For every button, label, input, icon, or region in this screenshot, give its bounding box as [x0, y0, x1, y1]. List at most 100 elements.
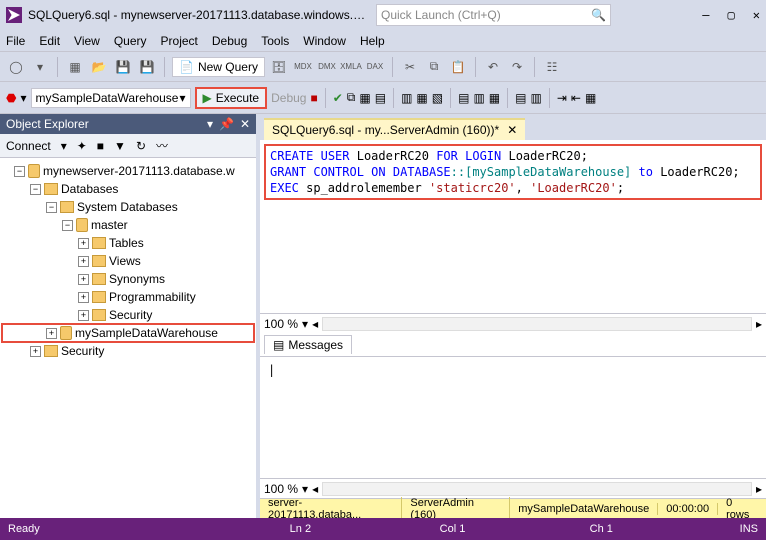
comment-icon[interactable]: ▤	[515, 91, 526, 105]
new-query-button[interactable]: 📄 New Query	[172, 57, 265, 77]
menu-edit[interactable]: Edit	[39, 34, 60, 48]
results-grid-icon[interactable]: ▤	[458, 91, 469, 105]
menu-query[interactable]: Query	[114, 34, 147, 48]
results-text-icon[interactable]: ▥	[473, 91, 484, 105]
menu-window[interactable]: Window	[303, 34, 346, 48]
h-scrollbar[interactable]	[322, 317, 752, 331]
quick-launch-input[interactable]: Quick Launch (Ctrl+Q) 🔍	[376, 4, 611, 26]
redo-icon[interactable]: ↷	[507, 57, 527, 77]
object-explorer-header: Object Explorer ▾ 📌 ✕	[0, 114, 256, 134]
dmx-icon[interactable]: DMX	[317, 57, 337, 77]
connect-icon[interactable]: ⬣	[6, 91, 16, 105]
menu-view[interactable]: View	[74, 34, 100, 48]
estimated-plan-icon[interactable]: ⧉	[347, 90, 356, 105]
execute-button[interactable]: ▶ Execute	[195, 87, 268, 109]
new-project-icon[interactable]: ▦	[65, 57, 85, 77]
chevron-down-icon[interactable]: ▾	[302, 482, 308, 496]
include-plan-icon[interactable]: ▥	[401, 91, 412, 105]
save-all-icon[interactable]: 💾	[137, 57, 157, 77]
nav-fwd-icon[interactable]: ▾	[30, 57, 50, 77]
tree-synonyms-node[interactable]: +Synonyms	[2, 270, 254, 288]
menu-help[interactable]: Help	[360, 34, 385, 48]
disconnect-icon[interactable]: ✦	[77, 139, 87, 153]
undo-icon[interactable]: ↶	[483, 57, 503, 77]
database-icon	[76, 218, 88, 232]
change-connection-icon[interactable]: ▾	[20, 91, 26, 105]
query-status-bar: server-20171113.databa... ServerAdmin (1…	[260, 498, 766, 518]
uncomment-icon[interactable]: ▥	[530, 91, 541, 105]
refresh-icon[interactable]: ↻	[136, 139, 146, 153]
props-icon[interactable]: ☷	[542, 57, 562, 77]
indent-icon[interactable]: ⇥	[557, 91, 567, 105]
chevron-down-icon[interactable]: ▾	[302, 317, 308, 331]
dropdown-icon[interactable]: ▾	[207, 117, 213, 131]
tree-programmability-node[interactable]: +Programmability	[2, 288, 254, 306]
tree-views-node[interactable]: +Views	[2, 252, 254, 270]
sqlcmd-icon[interactable]: ▧	[432, 91, 443, 105]
menu-tools[interactable]: Tools	[261, 34, 289, 48]
status-rows: 0 rows	[718, 497, 766, 519]
tree-system-databases-node[interactable]: −System Databases	[2, 198, 254, 216]
zoom-level-2[interactable]: 100 %	[264, 482, 298, 496]
paste-icon[interactable]: 📋	[448, 57, 468, 77]
save-icon[interactable]: 💾	[113, 57, 133, 77]
menu-debug[interactable]: Debug	[212, 34, 247, 48]
debug-button[interactable]: Debug	[271, 91, 306, 105]
editor-tab[interactable]: SQLQuery6.sql - my...ServerAdmin (160))*…	[264, 118, 525, 140]
close-panel-icon[interactable]: ✕	[240, 117, 250, 131]
tree-tables-node[interactable]: +Tables	[2, 234, 254, 252]
stop-icon-2[interactable]: ■	[97, 139, 104, 153]
nav-back-icon[interactable]: ◯	[6, 57, 26, 77]
parse-icon[interactable]: ✔	[333, 91, 343, 105]
pin-icon[interactable]: 📌	[219, 117, 234, 131]
cut-icon[interactable]: ✂	[400, 57, 420, 77]
h-scroll-left-icon[interactable]: ◂	[312, 317, 318, 331]
code-editor[interactable]: CREATE USER LoaderRC20 FOR LOGIN LoaderR…	[264, 144, 762, 200]
filter-icon[interactable]: ▼	[114, 139, 126, 153]
db-engine-query-icon[interactable]: 🗄	[269, 57, 289, 77]
stop-icon[interactable]: ■	[310, 91, 317, 105]
specify-values-icon[interactable]: ▦	[585, 91, 596, 105]
xmla-icon[interactable]: XMLA	[341, 57, 361, 77]
menu-project[interactable]: Project	[161, 34, 198, 48]
outdent-icon[interactable]: ⇤	[571, 91, 581, 105]
activity-icon[interactable]: 〰	[156, 137, 168, 154]
object-explorer-title: Object Explorer	[6, 117, 89, 131]
tree-master-security-node[interactable]: +Security	[2, 306, 254, 324]
close-button[interactable]: ✕	[753, 8, 760, 22]
query-options-icon[interactable]: ▦	[359, 91, 370, 105]
object-tree[interactable]: −mynewserver-20171113.database.w −Databa…	[0, 158, 256, 518]
messages-panel[interactable]: |	[260, 357, 766, 478]
editor-whitespace[interactable]	[260, 204, 766, 313]
h-scroll-right-icon[interactable]: ▸	[756, 482, 762, 496]
h-scroll-left-icon[interactable]: ◂	[312, 482, 318, 496]
minimize-button[interactable]: —	[702, 8, 709, 22]
open-icon[interactable]: 📂	[89, 57, 109, 77]
maximize-button[interactable]: ▢	[728, 8, 735, 22]
editor-tabs: SQLQuery6.sql - my...ServerAdmin (160))*…	[260, 114, 766, 140]
copy-icon[interactable]: ⧉	[424, 57, 444, 77]
menu-file[interactable]: File	[6, 34, 25, 48]
connect-label[interactable]: Connect	[6, 139, 51, 153]
messages-tab[interactable]: ▤ Messages	[264, 335, 352, 354]
status-time: 00:00:00	[658, 503, 718, 515]
mdx-icon[interactable]: MDX	[293, 57, 313, 77]
tree-mysampledw-node[interactable]: +mySampleDataWarehouse	[2, 324, 254, 342]
database-selector[interactable]: mySampleDataWarehouse ▾	[31, 88, 191, 108]
zoom-level[interactable]: 100 %	[264, 317, 298, 331]
tab-close-icon[interactable]: ✕	[507, 123, 517, 137]
connect-dropdown-icon[interactable]: ▾	[61, 139, 67, 153]
folder-icon	[92, 291, 106, 303]
object-explorer-panel: Object Explorer ▾ 📌 ✕ Connect ▾ ✦ ■ ▼ ↻ …	[0, 114, 260, 518]
h-scroll-right-icon[interactable]: ▸	[756, 317, 762, 331]
dax-icon[interactable]: DAX	[365, 57, 385, 77]
intellisense-icon[interactable]: ▤	[375, 91, 386, 105]
tree-security-node[interactable]: +Security	[2, 342, 254, 360]
tree-master-node[interactable]: −master	[2, 216, 254, 234]
tree-server-node[interactable]: −mynewserver-20171113.database.w	[2, 162, 254, 180]
tree-databases-node[interactable]: −Databases	[2, 180, 254, 198]
connect-toolbar: Connect ▾ ✦ ■ ▼ ↻ 〰	[0, 134, 256, 158]
results-file-icon[interactable]: ▦	[489, 91, 500, 105]
include-stats-icon[interactable]: ▦	[416, 91, 427, 105]
h-scrollbar-2[interactable]	[322, 482, 752, 496]
